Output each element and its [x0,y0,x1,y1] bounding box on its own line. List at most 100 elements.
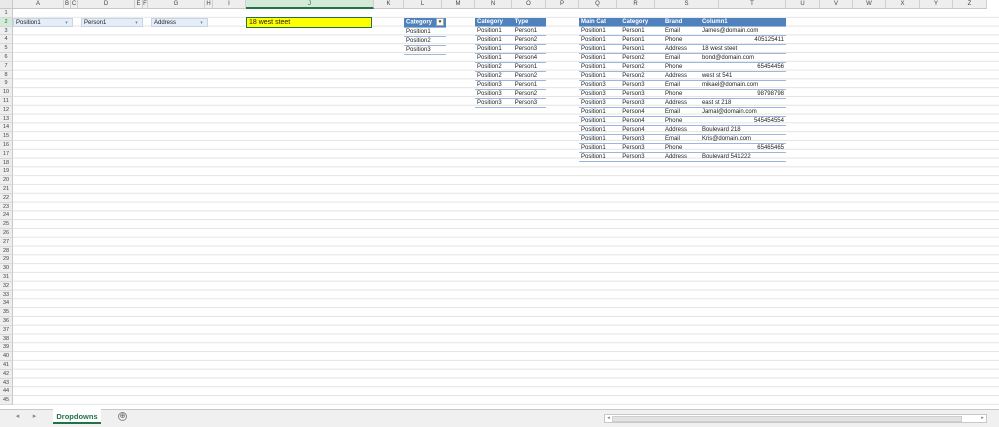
main-table-cell[interactable]: bond@domain.com [699,53,786,64]
type-table-cell[interactable]: Person3 [512,44,546,55]
type-table-header[interactable]: Category [475,18,513,27]
add-sheet-icon[interactable]: ⊕ [118,412,127,421]
main-table-cell[interactable]: Phone [662,89,700,100]
row-header[interactable]: 43 [0,378,13,388]
main-table-cell[interactable]: Person1 [620,35,663,46]
main-table-cell[interactable]: Kris@domain.com [699,134,786,145]
column-header-v[interactable]: V [820,0,853,9]
type-table-cell[interactable]: Person1 [512,80,546,91]
column-header-z[interactable]: Z [953,0,987,9]
column-header-l[interactable]: L [404,0,442,9]
main-table-cell[interactable]: Person3 [620,143,663,154]
type-table-cell[interactable]: Person1 [512,62,546,73]
chevron-down-icon[interactable]: ▾ [132,19,141,26]
main-table-cell[interactable]: Person3 [620,98,663,109]
main-table-cell[interactable]: James@domain.com [699,26,786,37]
type-table-cell[interactable]: Position1 [475,44,513,55]
row-header[interactable]: 6 [0,53,13,62]
row-header[interactable]: 10 [0,88,13,97]
scroll-right-arrow-icon[interactable]: ▸ [978,414,987,423]
column-header-g[interactable]: G [148,0,205,9]
row-header[interactable]: 37 [0,325,13,335]
category-cell[interactable]: Position2 [404,35,447,46]
main-table-cell[interactable]: Boulevard 218 [699,125,786,136]
main-table-cell[interactable]: Phone [662,116,700,127]
main-table-cell[interactable]: Jamal@domain.com [699,107,786,118]
row-header[interactable]: 19 [0,167,13,177]
main-table-cell[interactable]: 98798798 [699,89,786,100]
main-table-cell[interactable]: Person1 [620,44,663,55]
main-table-cell[interactable]: Address [662,125,700,136]
column-header-p[interactable]: P [546,0,579,9]
category-table-header[interactable]: Category ▾ [404,18,447,28]
horizontal-scroll-thumb[interactable] [612,416,962,422]
column-header-r[interactable]: R [617,0,655,9]
main-table-cell[interactable]: Phone [662,62,700,73]
row-header[interactable]: 2 [0,17,13,27]
column-header-b[interactable]: B [64,0,71,9]
type-table-cell[interactable]: Position1 [475,35,513,46]
main-table-cell[interactable]: Position1 [579,116,621,127]
column-header-e[interactable]: E [135,0,143,9]
dropdown-brand[interactable]: Address ▾ [151,18,208,27]
row-header[interactable]: 9 [0,79,13,89]
column-header-x[interactable]: X [886,0,920,9]
column-header-o[interactable]: O [512,0,546,9]
column-header-w[interactable]: W [853,0,886,9]
sheet-tab-dropdowns[interactable]: Dropdowns [53,409,101,424]
row-header[interactable]: 15 [0,132,13,141]
main-table-cell[interactable]: 65454456 [699,62,786,73]
type-table-cell[interactable]: Person4 [512,53,546,64]
main-table-cell[interactable]: Position3 [579,98,621,109]
main-table-cell[interactable]: Person3 [620,89,663,100]
row-header[interactable]: 29 [0,255,13,265]
row-header[interactable]: 26 [0,229,13,238]
column-header-u[interactable]: U [786,0,820,9]
row-header[interactable]: 32 [0,281,13,291]
category-cell[interactable]: Position3 [404,44,447,55]
main-table-cell[interactable]: 18 west steet [699,44,786,55]
row-header[interactable]: 44 [0,387,13,397]
row-header[interactable]: 24 [0,211,13,221]
main-table-cell[interactable]: Address [662,152,700,163]
main-table-cell[interactable]: Position1 [579,125,621,136]
row-header[interactable]: 21 [0,185,13,194]
main-table-cell[interactable]: Person2 [620,62,663,73]
main-table-cell[interactable]: Position1 [579,26,621,37]
chevron-down-icon[interactable]: ▾ [62,19,71,26]
column-header-t[interactable]: T [719,0,786,9]
row-header[interactable]: 16 [0,141,13,150]
row-header[interactable]: 11 [0,97,13,106]
row-header[interactable]: 35 [0,308,13,317]
type-table-cell[interactable]: Position2 [475,62,513,73]
row-header[interactable]: 18 [0,158,13,168]
row-header[interactable]: 8 [0,70,13,80]
row-header[interactable]: 12 [0,105,13,115]
row-header[interactable]: 17 [0,149,13,159]
type-table-cell[interactable]: Person1 [512,26,546,37]
main-table-cell[interactable]: Person3 [620,134,663,145]
type-table-cell[interactable]: Person3 [512,98,546,109]
main-table-header[interactable]: Main Cat [579,18,621,27]
scroll-tabs-right-icon[interactable]: ▸ [30,412,39,421]
type-table-cell[interactable]: Person2 [512,35,546,46]
column-header-n[interactable]: N [475,0,512,9]
main-table-cell[interactable]: Email [662,26,700,37]
result-cell[interactable]: 18 west steet [246,17,372,28]
row-header[interactable]: 4 [0,35,13,45]
chevron-down-icon[interactable]: ▾ [197,19,206,26]
main-table-cell[interactable]: Email [662,53,700,64]
main-table-cell[interactable]: Person4 [620,116,663,127]
type-table-cell[interactable]: Position3 [475,80,513,91]
main-table-cell[interactable]: Position3 [579,89,621,100]
main-table-cell[interactable]: Person3 [620,152,663,163]
type-table-cell[interactable]: Position3 [475,98,513,109]
column-header-y[interactable]: Y [920,0,953,9]
column-header-j[interactable]: J [246,0,374,9]
dropdown-category[interactable]: Person1 ▾ [81,18,143,27]
row-header[interactable]: 42 [0,369,13,379]
row-header[interactable]: 22 [0,193,13,203]
main-table-cell[interactable]: mikael@domain.com [699,80,786,91]
main-table-cell[interactable]: Position1 [579,143,621,154]
row-header[interactable]: 13 [0,114,13,124]
